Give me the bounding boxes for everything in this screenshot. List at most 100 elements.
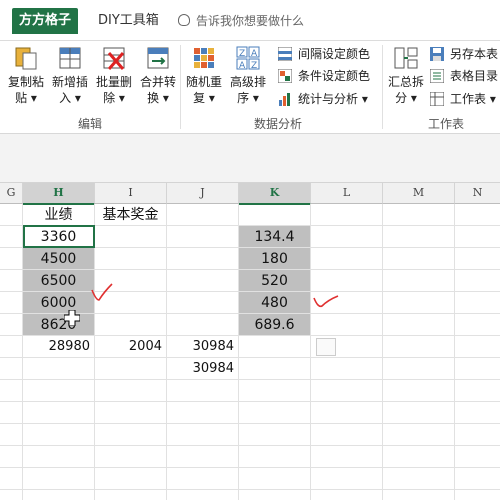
cell-h-value[interactable]: 8620 [23, 314, 94, 336]
table-of-contents-label: 表格目录 [450, 69, 499, 83]
group-divider [382, 45, 383, 129]
worksheet-button[interactable]: 工作表 ▾ [429, 89, 496, 109]
sheet-group-label: 工作表 [428, 117, 465, 131]
copy-paste-button[interactable]: 复制粘 贴 ▾ [4, 43, 48, 106]
svg-text:Z: Z [239, 49, 245, 59]
copy-paste-icon [13, 45, 39, 71]
cell-k-value[interactable]: 180 [239, 248, 310, 270]
analysis-group-label: 数据分析 [254, 117, 303, 131]
grid-row-line [0, 467, 500, 468]
merge-label: 合并转 [139, 75, 176, 89]
column-header-i[interactable]: I [95, 183, 167, 204]
svg-text:Z: Z [251, 61, 257, 71]
cell-k-value[interactable]: 689.6 [239, 314, 310, 336]
batch-delete-button[interactable]: 批量删 除 ▾ [92, 43, 136, 106]
ribbon-tab-bar: 方方格子 DIY工具箱 告诉我你想要做什么 [0, 0, 500, 41]
insert-button[interactable]: 新增插 入 ▾ [48, 43, 92, 106]
save-sheet-as-button[interactable]: 另存本表 [430, 44, 498, 64]
merge-sub: 换 ▾ [147, 91, 169, 105]
interval-color-icon [277, 46, 293, 62]
grid-row-line [0, 489, 500, 490]
red-check-mark-icon [312, 292, 340, 316]
column-header-k[interactable]: K [239, 183, 311, 205]
batch-delete-sub: 除 ▾ [103, 91, 125, 105]
cell-h-header[interactable]: 业绩 [23, 204, 94, 226]
column-header-g[interactable]: G [0, 183, 23, 204]
advanced-sort-button[interactable]: ZAAZ 高级排 序 ▾ [226, 43, 270, 106]
cell-cursor-icon [63, 309, 81, 330]
svg-text:A: A [239, 61, 246, 71]
grid-row-line [0, 445, 500, 446]
interval-color-label: 间隔设定颜色 [298, 47, 371, 61]
worksheet-icon [429, 91, 445, 107]
toc-icon [429, 68, 445, 84]
edit-group-label: 编辑 [78, 117, 103, 131]
column-header-j[interactable]: J [167, 183, 239, 204]
column-header-l[interactable]: L [311, 183, 383, 204]
summary-split-label: 汇总拆 [387, 75, 424, 89]
condition-color-label: 条件设定颜色 [298, 69, 371, 83]
cell-j-total[interactable]: 30984 [167, 336, 238, 358]
tell-me-text: 告诉我你想要做什么 [196, 14, 305, 28]
formula-bar-area [0, 134, 500, 183]
grid-row-line [0, 401, 500, 402]
table-of-contents-button[interactable]: 表格目录 [429, 66, 499, 86]
ribbon: 复制粘 贴 ▾ 新增插 入 ▾ 批量删 除 ▾ 合并转 换 ▾ 编辑 随机重 复… [0, 41, 500, 134]
merge-convert-button[interactable]: 合并转 换 ▾ [136, 43, 180, 106]
advanced-sort-sub: 序 ▾ [237, 91, 259, 105]
cell-h-value[interactable]: 4500 [23, 248, 94, 270]
save-sheet-as-label: 另存本表 [450, 47, 499, 61]
insert-sub: 入 ▾ [59, 91, 81, 105]
sort-az-icon: ZAAZ [235, 45, 261, 71]
cell-h-total[interactable]: 28980 [23, 336, 94, 358]
random-repeat-sub: 复 ▾ [193, 91, 215, 105]
cell-i-total[interactable]: 2004 [95, 336, 166, 358]
lightbulb-icon [178, 14, 190, 26]
paste-options-icon[interactable] [316, 338, 336, 356]
spreadsheet-grid[interactable]: 业绩 基本奖金 3360 4500 6500 6000 8620 134.4 1… [0, 204, 500, 500]
copy-paste-label: 复制粘 [7, 75, 44, 89]
summary-split-sub: 分 ▾ [395, 91, 417, 105]
svg-text:A: A [251, 49, 258, 59]
random-grid-icon [191, 45, 217, 71]
red-check-mark-icon [90, 282, 114, 308]
summary-split-button[interactable]: 汇总拆 分 ▾ [384, 43, 428, 106]
cell-k-value[interactable]: 520 [239, 270, 310, 292]
interval-color-button[interactable]: 间隔设定颜色 [277, 44, 371, 64]
tab-fangfang[interactable]: 方方格子 [12, 8, 78, 34]
stats-icon [278, 92, 292, 106]
cell-h-value[interactable]: 3360 [23, 226, 94, 248]
cell-j-total-2[interactable]: 30984 [167, 358, 238, 380]
grid-col-line [382, 204, 383, 500]
stats-analysis-button[interactable]: 统计与分析 ▾ [278, 89, 368, 109]
summary-split-icon [393, 45, 419, 71]
grid-col-line [310, 204, 311, 500]
cell-k-value[interactable]: 134.4 [239, 226, 310, 248]
cell-h-value[interactable]: 6000 [23, 292, 94, 314]
delete-table-icon [101, 45, 127, 71]
grid-row-line [0, 379, 500, 380]
grid-col-line [454, 204, 455, 500]
advanced-sort-label: 高级排 [229, 75, 266, 89]
insert-label: 新增插 [51, 75, 88, 89]
random-repeat-button[interactable]: 随机重 复 ▾ [182, 43, 226, 106]
condition-color-button[interactable]: 条件设定颜色 [277, 66, 371, 86]
tell-me-box[interactable]: 告诉我你想要做什么 [178, 12, 304, 29]
merge-icon [145, 45, 171, 71]
cell-i-header[interactable]: 基本奖金 [95, 204, 166, 226]
random-repeat-label: 随机重 [185, 75, 222, 89]
cell-h-value[interactable]: 6500 [23, 270, 94, 292]
save-icon [430, 47, 444, 61]
stats-analysis-label: 统计与分析 ▾ [298, 92, 368, 106]
batch-delete-label: 批量删 [95, 75, 132, 89]
copy-paste-sub: 贴 ▾ [15, 91, 37, 105]
tab-diy-toolbox[interactable]: DIY工具箱 [92, 8, 165, 34]
column-header-m[interactable]: M [383, 183, 455, 204]
grid-row-line [0, 423, 500, 424]
column-header-n[interactable]: N [455, 183, 500, 204]
condition-color-icon [277, 68, 293, 84]
worksheet-label: 工作表 ▾ [450, 92, 496, 106]
insert-table-icon [57, 45, 83, 71]
cell-k-value[interactable]: 480 [239, 292, 310, 314]
column-header-h[interactable]: H [23, 183, 95, 205]
